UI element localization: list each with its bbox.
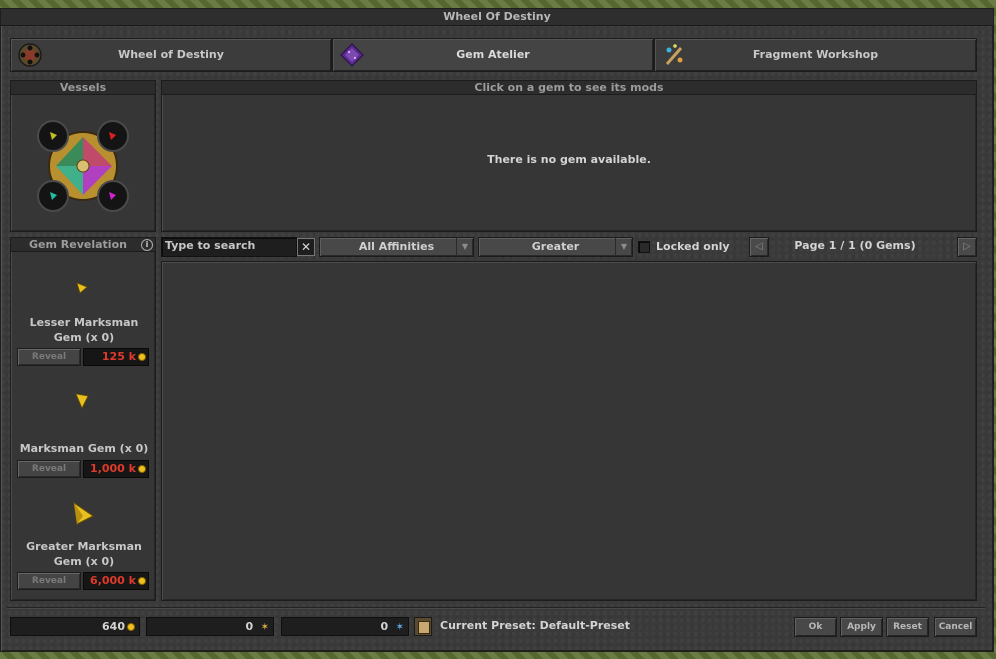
greater-marksman-gem-icon [73,502,94,525]
greater-fragment-icon: ✶ [395,622,404,633]
tab-gem-atelier[interactable]: Gem Atelier [332,38,654,72]
footer-divider [7,607,985,608]
tab-label: Wheel of Destiny [118,48,224,61]
reveal-cost: 6,000 k [83,572,149,590]
wheel-icon [18,43,42,67]
gem-mods-title: Click on a gem to see its mods [162,81,976,95]
gem-mods-panel: Click on a gem to see its mods There is … [161,80,977,232]
apply-button[interactable]: Apply [840,617,883,637]
marksman-gem-icon [75,393,89,409]
reveal-button[interactable]: Reveal [17,460,81,478]
next-page-button[interactable]: ▷ [957,237,977,257]
clear-search-icon[interactable]: ✕ [297,238,315,256]
gold-coin-icon [127,622,135,631]
reveal-button[interactable]: Reveal [17,348,81,366]
info-icon[interactable]: i [141,239,153,251]
preset-icon[interactable] [414,617,432,636]
gold-balance: 640 [10,617,140,636]
cancel-button[interactable]: Cancel [934,617,977,637]
chevron-down-icon: ▼ [615,238,632,256]
gem-revelation-title: Gem Revelation [11,238,155,252]
gem-name-line1: Lesser Marksman [29,316,139,329]
gem-atelier-icon [340,43,364,67]
fragment-workshop-icon [665,44,683,65]
reveal-cost: 125 k [83,348,149,366]
search-input[interactable]: Type to search [161,237,297,257]
chevron-down-icon: ▼ [456,238,473,256]
prev-page-button[interactable]: ◁ [749,237,769,257]
wheel-of-destiny-window: Wheel Of Destiny Wheel of Destiny Gem At… [0,8,994,652]
reveal-button[interactable]: Reveal [17,572,81,590]
gem-name-line1: Greater Marksman [26,540,142,553]
lesser-fragment-icon: ✶ [260,622,269,633]
gem-name-line2: Gem (x 0) [53,331,115,344]
reset-button[interactable]: Reset [886,617,929,637]
no-gem-message: There is no gem available. [487,153,651,166]
ok-button[interactable]: Ok [794,617,837,637]
gem-name-line1: Marksman Gem (x 0) [19,442,149,455]
gold-coin-icon [138,464,146,473]
greater-fragments-balance: 0 ✶ [281,617,409,636]
window-title[interactable]: Wheel Of Destiny [1,9,993,26]
affinity-select[interactable]: All Affinities ▼ [319,237,474,257]
locked-only-checkbox[interactable] [638,241,650,253]
tab-label: Gem Atelier [456,48,530,61]
lesser-marksman-gem-icon [76,282,88,294]
quality-select[interactable]: Greater ▼ [478,237,633,257]
lesser-fragments-balance: 0 ✶ [146,617,274,636]
vessels-wheel-icon[interactable] [36,119,130,213]
gem-revelation-panel: Gem Revelation i Lesser Marksman Gem (x … [10,237,156,601]
reveal-cost: 1,000 k [83,460,149,478]
gem-list-area [161,261,977,601]
gold-coin-icon [138,576,146,585]
vessels-panel: Vessels [10,80,156,232]
search-placeholder: Type to search [165,239,256,252]
tab-wheel-of-destiny[interactable]: Wheel of Destiny [10,38,332,72]
tab-fragment-workshop[interactable]: Fragment Workshop [654,38,977,72]
current-preset-label: Current Preset: Default-Preset [440,619,631,632]
tab-label: Fragment Workshop [752,48,879,61]
gold-coin-icon [138,352,146,361]
gem-name-line2: Gem (x 0) [53,555,115,568]
locked-only-label: Locked only [656,240,730,253]
page-info: Page 1 / 1 (0 Gems) [794,239,916,252]
vessels-title: Vessels [11,81,155,95]
